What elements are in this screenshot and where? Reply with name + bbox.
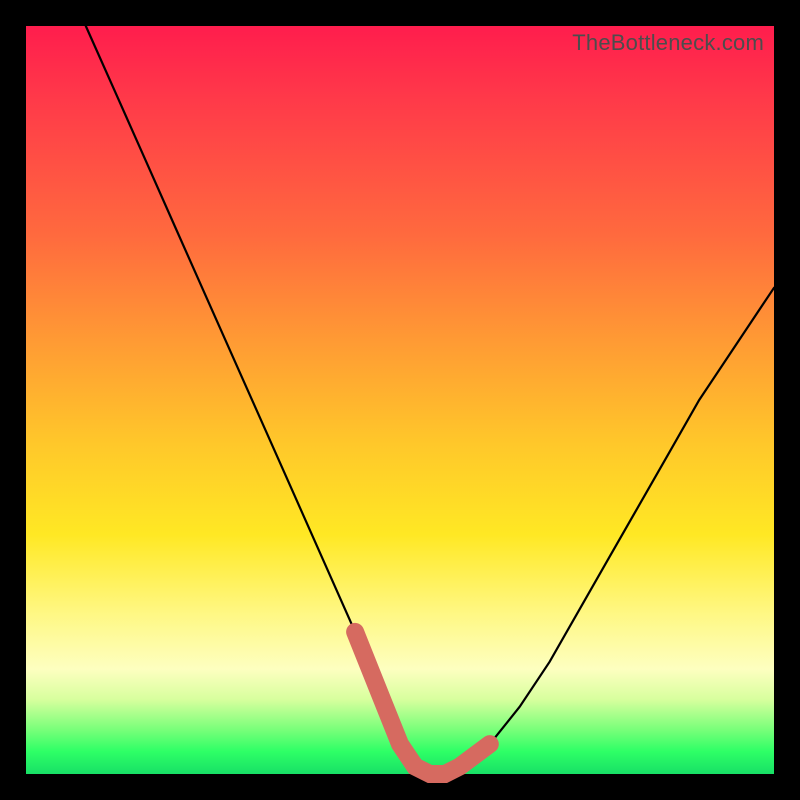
plot-area: TheBottleneck.com [26, 26, 774, 774]
bottleneck-curve [86, 26, 774, 774]
chart-svg [26, 26, 774, 774]
outer-frame: TheBottleneck.com [0, 0, 800, 800]
bottleneck-curve-highlight [355, 632, 490, 774]
